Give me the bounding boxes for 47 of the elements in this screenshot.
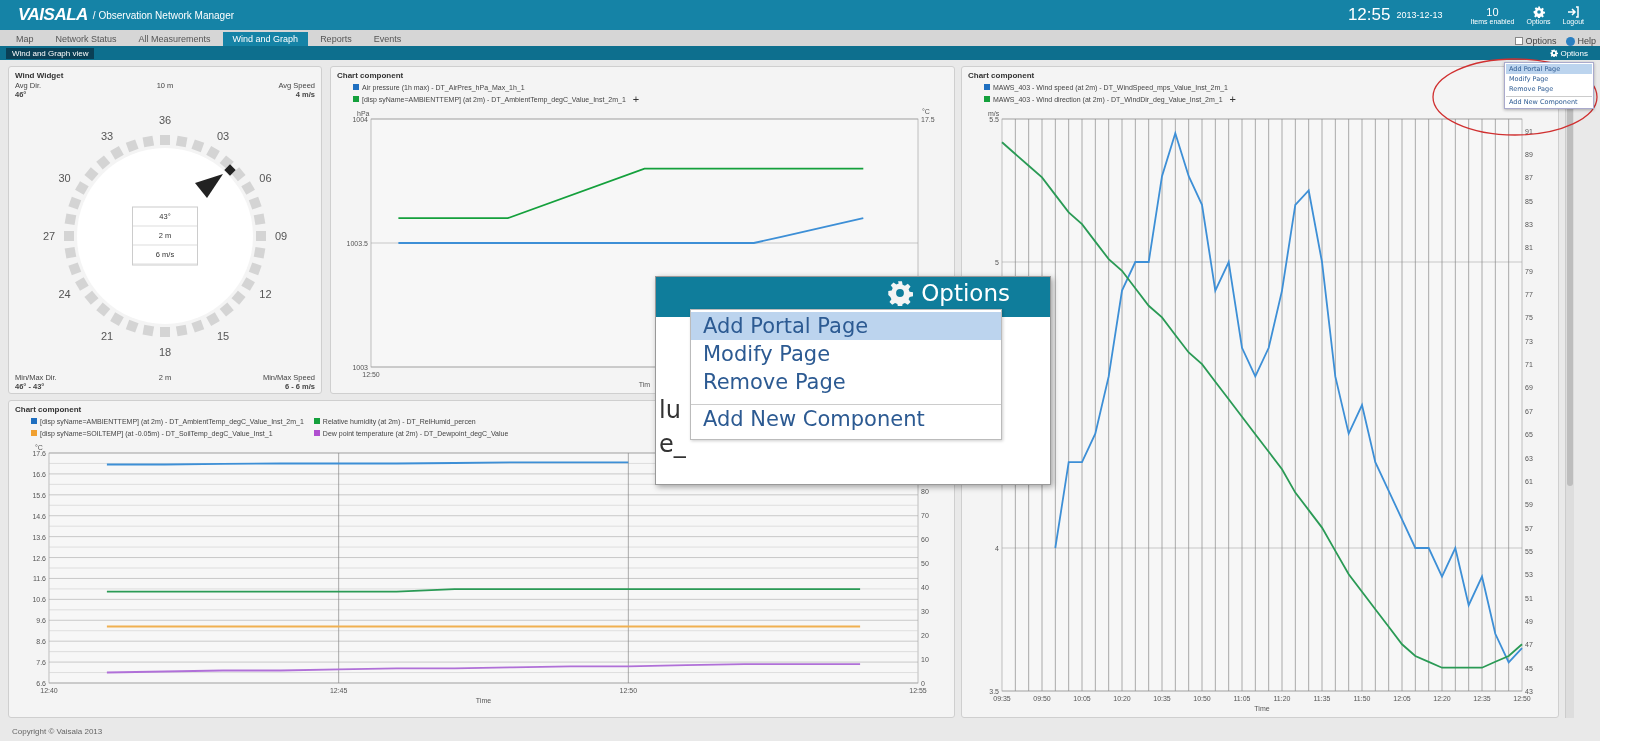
clock-date: 2013-12-13: [1396, 10, 1443, 20]
nav-tab[interactable]: Reports: [310, 32, 362, 46]
compass-label: 12: [259, 288, 272, 300]
options-button[interactable]: Options: [1544, 47, 1594, 59]
nav-tab[interactable]: All Measurements: [128, 32, 221, 46]
compass-label: 03: [216, 129, 230, 142]
settings-icon: [1532, 5, 1545, 18]
nav-tab[interactable]: Map: [6, 32, 44, 46]
panel-title: Wind Widget: [15, 70, 64, 80]
settings-icon: [1550, 49, 1559, 57]
header-link[interactable]: Help: [1562, 36, 1600, 46]
panel-title: Chart component: [337, 70, 404, 80]
compass-label: 27: [42, 230, 56, 242]
sub-tab[interactable]: Wind and Graph view: [6, 47, 95, 59]
checkbox-icon: [1515, 37, 1524, 45]
help-icon: [1566, 36, 1576, 46]
menu-item[interactable]: Add Portal Page: [691, 312, 1001, 340]
panel-title: Chart component: [968, 70, 1035, 80]
logout-icon: [1567, 5, 1580, 18]
compass-label: 06: [259, 172, 272, 184]
callout-title: Options: [921, 280, 1010, 306]
copyright-text: Copyright © Vaisala 2013: [12, 726, 103, 736]
compass-label: 15: [216, 330, 230, 343]
compass-label: 30: [58, 172, 71, 184]
add-series-button[interactable]: +: [1225, 94, 1240, 104]
compass-label: 33: [100, 129, 114, 142]
app-title: / Observation Network Manager: [92, 9, 235, 21]
menu-item[interactable]: Add New Component: [691, 404, 1001, 433]
panel-title: Chart component: [15, 404, 82, 414]
menu-item[interactable]: Remove Page: [691, 368, 1001, 396]
wind-arrow-icon: [195, 164, 236, 198]
nav-tab[interactable]: Events: [363, 32, 412, 46]
clock-time: 12:55: [1347, 5, 1391, 25]
cut-text: lu: [659, 396, 682, 424]
nav-tab[interactable]: Network Status: [45, 32, 127, 46]
menu-item[interactable]: Modify Page: [691, 340, 1001, 368]
compass-label: 36: [158, 114, 172, 126]
add-series-button[interactable]: +: [628, 94, 644, 104]
compass-label: 18: [158, 346, 172, 358]
compass-label: 09: [274, 230, 288, 242]
header-link[interactable]: Options: [1511, 36, 1561, 46]
logo: VAISALA: [18, 5, 88, 25]
settings-icon: [887, 280, 914, 306]
compass-label: 21: [100, 330, 114, 343]
cut-text: e_: [659, 430, 687, 458]
nav-tab[interactable]: Wind and Graph: [222, 32, 309, 46]
compass-label: 24: [58, 288, 71, 300]
